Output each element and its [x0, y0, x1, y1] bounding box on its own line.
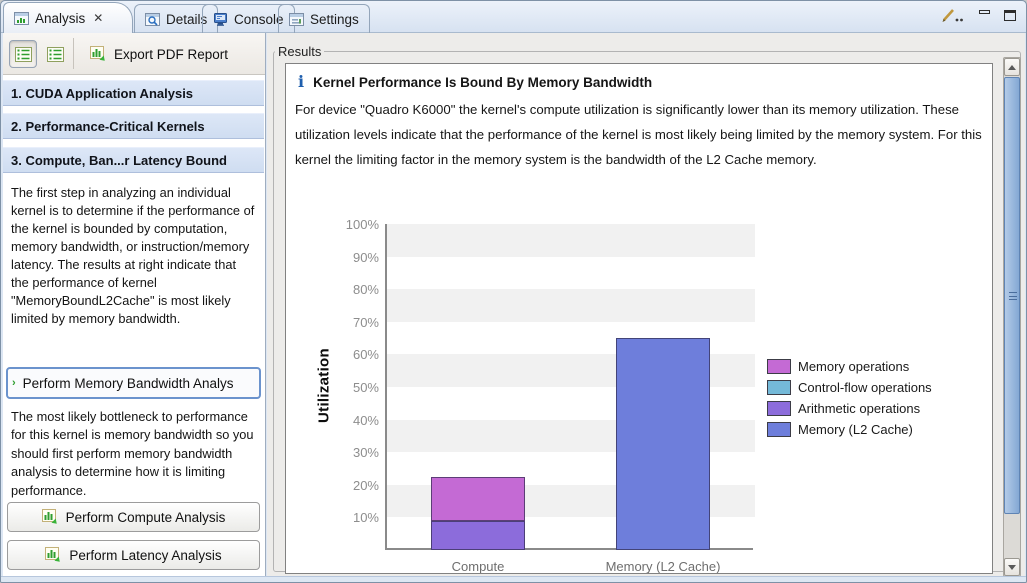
legend-item: Control-flow operations [767, 380, 932, 395]
legend-label: Memory operations [798, 359, 909, 374]
legend-item: Memory (L2 Cache) [767, 422, 913, 437]
maximize-icon[interactable] [1004, 10, 1016, 21]
scroll-up-button[interactable] [1004, 58, 1020, 76]
results-vertical-scrollbar[interactable] [1003, 57, 1021, 577]
tab-analysis-label: Analysis [35, 11, 85, 26]
latency-analysis-icon [45, 547, 62, 563]
run-analysis-icon: › [12, 377, 16, 389]
toolbar-separator [73, 38, 74, 69]
export-report-icon [90, 46, 107, 62]
tab-analysis[interactable]: Analysis ✕ [3, 2, 133, 33]
bar-segment-memory-operations [431, 477, 525, 521]
perform-latency-analysis-label: Perform Latency Analysis [69, 548, 221, 563]
legend-item: Arithmetic operations [767, 401, 920, 416]
kernel-analysis-description: The first step in analyzing an individua… [11, 184, 257, 328]
y-axis-tick-label: 20% [326, 478, 379, 493]
legend-label: Memory (L2 Cache) [798, 422, 913, 437]
legend-label: Arithmetic operations [798, 401, 920, 416]
perform-compute-analysis-label: Perform Compute Analysis [66, 510, 226, 525]
perform-memory-bandwidth-analysis-button[interactable]: › Perform Memory Bandwidth Analys [6, 367, 261, 399]
bar-segment-arithmetic-operations [431, 521, 525, 550]
profiler-window: Analysis ✕ Details Console Settings [0, 0, 1027, 583]
y-axis-tick-label: 70% [326, 315, 379, 330]
customize-pencil-icon[interactable] [941, 7, 965, 23]
scrollbar-thumb[interactable] [1004, 77, 1020, 514]
window-bottom-frame [1, 576, 1026, 582]
perform-memory-bandwidth-analysis-label: Perform Memory Bandwidth Analys [23, 376, 234, 391]
y-axis-tick-label: 30% [326, 445, 379, 460]
step-cuda-application-analysis[interactable]: 1. CUDA Application Analysis [3, 80, 264, 106]
analysis-toolbar: Export PDF Report [3, 33, 265, 75]
scroll-up-arrow-icon [1008, 65, 1016, 70]
export-pdf-report-label: Export PDF Report [114, 47, 228, 62]
step-compute-bandwidth-latency-bound[interactable]: 3. Compute, Ban...r Latency Bound [3, 147, 264, 173]
view-tabbar: Analysis ✕ Details Console Settings [1, 1, 1026, 33]
legend-label: Control-flow operations [798, 380, 932, 395]
scrollbar-grip-icon [1009, 292, 1017, 300]
step-3-label: 3. Compute, Ban...r Latency Bound [11, 153, 227, 168]
y-axis-tick-label: 10% [326, 510, 379, 525]
compute-analysis-icon [42, 509, 59, 525]
analysis-panel: Export PDF Report 1. CUDA Application An… [3, 33, 266, 576]
bar-segment-memory-l2-cache- [616, 338, 710, 550]
x-axis-category-label: Memory (L2 Cache) [606, 559, 721, 574]
details-tab-icon [145, 13, 160, 26]
y-axis-tick-label: 60% [326, 347, 379, 362]
console-tab-icon [213, 13, 228, 26]
legend-item: Memory operations [767, 359, 909, 374]
numbered-list-view-toggle[interactable] [9, 40, 37, 68]
window-controls [941, 7, 1016, 23]
bottleneck-description: The most likely bottleneck to performanc… [11, 408, 257, 500]
y-axis-tick-label: 80% [326, 282, 379, 297]
bullet-list-icon [47, 47, 64, 62]
bullet-list-view-toggle[interactable] [41, 40, 69, 68]
perform-latency-analysis-button[interactable]: Perform Latency Analysis [7, 540, 260, 570]
y-axis-tick-label: 100% [326, 217, 379, 232]
scroll-down-arrow-icon [1008, 565, 1016, 570]
legend-swatch-icon [767, 380, 791, 395]
scroll-down-button[interactable] [1004, 558, 1020, 576]
legend-swatch-icon [767, 359, 791, 374]
y-axis-title: Utilization [316, 286, 333, 486]
step-2-label: 2. Performance-Critical Kernels [11, 119, 205, 134]
step-1-label: 1. CUDA Application Analysis [11, 86, 193, 101]
legend-swatch-icon [767, 422, 791, 437]
numbered-list-icon [15, 47, 32, 62]
minimize-icon[interactable] [979, 10, 990, 14]
perform-compute-analysis-button[interactable]: Perform Compute Analysis [7, 502, 260, 532]
analysis-tab-icon [14, 12, 29, 25]
tab-close-icon[interactable]: ✕ [93, 11, 103, 25]
tab-console-label: Console [234, 12, 284, 27]
legend-swatch-icon [767, 401, 791, 416]
tab-settings[interactable]: Settings [278, 4, 370, 33]
y-axis-tick-label: 50% [326, 380, 379, 395]
results-group-label: Results [275, 44, 324, 59]
export-pdf-report-button[interactable]: Export PDF Report [81, 39, 237, 69]
results-panel: Results i Kernel Performance Is Bound By… [267, 33, 1025, 576]
step-performance-critical-kernels[interactable]: 2. Performance-Critical Kernels [3, 113, 264, 139]
settings-tab-icon [289, 13, 304, 26]
y-axis-tick-label: 90% [326, 250, 379, 265]
y-axis-tick-label: 40% [326, 413, 379, 428]
utilization-chart: 100% 90% 80% 70% 60% 50% 40% 30% 20% 10% Utilizati… [286, 64, 992, 573]
tab-settings-label: Settings [310, 12, 359, 27]
results-content: i Kernel Performance Is Bound By Memory … [285, 63, 993, 574]
x-axis-category-label: Compute [452, 559, 505, 574]
